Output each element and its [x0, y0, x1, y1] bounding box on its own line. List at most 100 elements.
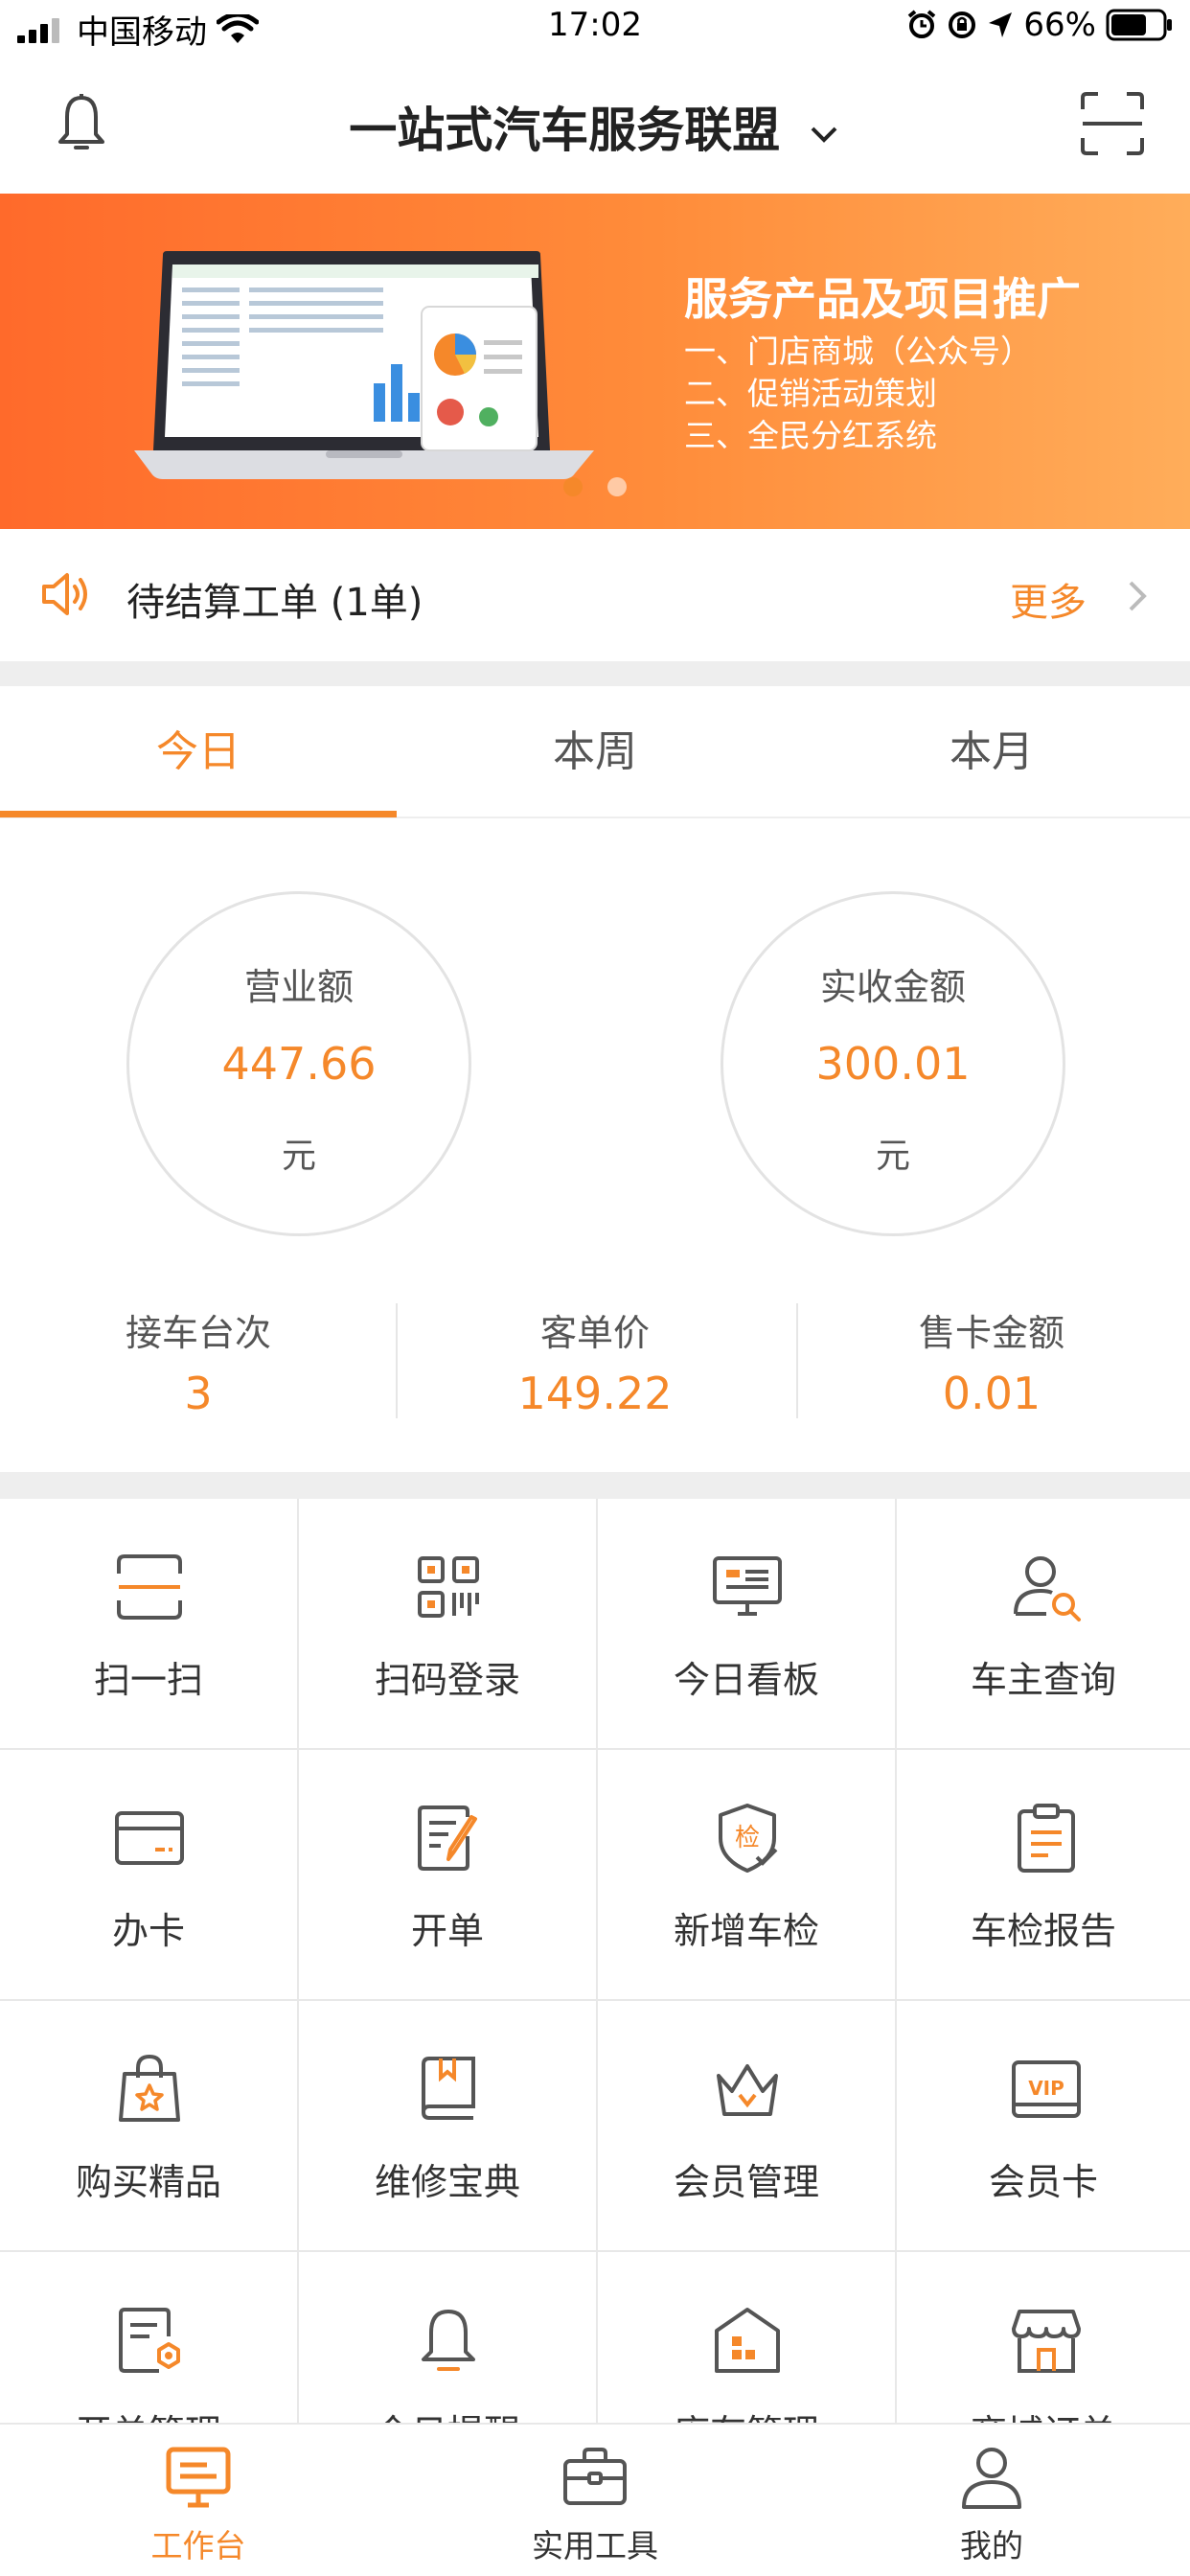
grid-item-new-order[interactable]: 开单 [299, 1750, 598, 2001]
tabbar-workbench[interactable]: 工作台 [0, 2425, 397, 2576]
warehouse-icon [715, 2308, 780, 2373]
banner-dot-2[interactable] [607, 477, 627, 496]
grid-label: 开单管理 [0, 2404, 297, 2423]
shopping-bag-icon [119, 2054, 180, 2122]
grid-label: 新增车检 [673, 1910, 819, 1952]
grid-label: 车检报告 [970, 1910, 1116, 1952]
grid-label: 开单 [410, 1910, 484, 1952]
promo-banner[interactable]: 服务产品及项目推广 一、门店商城（公众号） 二、促销活动策划 三、全民分红系统 [0, 194, 1190, 529]
laptop-illustration-icon [134, 251, 594, 479]
qr-code-icon [418, 1556, 479, 1618]
stat-avg-price: 客单价 149.22 [397, 1303, 793, 1419]
vip-card-icon: VIP [1012, 2060, 1081, 2118]
shield-check-icon: 检 [719, 1804, 778, 1873]
user-search-icon [1014, 1556, 1081, 1622]
grid-label: 商城订单 [897, 2404, 1190, 2423]
stat-card-sales: 售卡金额 0.01 [793, 1303, 1190, 1419]
received-label: 实收金额 [819, 966, 966, 1008]
tabbar-mine[interactable]: 我的 [793, 2425, 1190, 2576]
more-link[interactable]: 更多 [1010, 571, 1087, 627]
card-sales-value: 0.01 [942, 1368, 1041, 1419]
nav-bar: 一站式汽车服务联盟 [0, 58, 1190, 194]
grid-label: 会员管理 [673, 2161, 819, 2203]
grid-item-order-manage[interactable]: 开单管理 [0, 2252, 299, 2423]
card-icon [115, 1811, 184, 1865]
grid-item-repair-guide[interactable]: 维修宝典 [299, 2001, 598, 2252]
grid-item-inventory[interactable]: 库存管理 [598, 2252, 897, 2423]
received-value: 300.01 [815, 1038, 971, 1090]
cars-label: 接车台次 [125, 1312, 271, 1354]
function-grid: 扫一扫 扫码登录 今日看板 车主查询 办卡 开单 检 新增车检 车检报告 购买精… [0, 1499, 1190, 2423]
pending-orders-notice[interactable]: 待结算工单 (1单) 更多 [0, 529, 1190, 661]
grid-item-card[interactable]: 办卡 [0, 1750, 299, 2001]
grid-item-today-reminder[interactable]: 今日提醒 [299, 2252, 598, 2423]
revenue-circle: 营业额 447.66 元 [126, 891, 471, 1236]
toolbox-icon [563, 2448, 627, 2505]
location-arrow-icon [989, 12, 1013, 37]
scan-button[interactable] [1079, 90, 1146, 157]
pending-orders-text: 待结算工单 (1单) [126, 581, 423, 625]
revenue-unit: 元 [281, 1137, 316, 1176]
tab-month[interactable]: 本月 [793, 686, 1190, 818]
grid-item-owner-search[interactable]: 车主查询 [897, 1499, 1190, 1750]
grid-item-scan[interactable]: 扫一扫 [0, 1499, 299, 1750]
tabbar-label: 我的 [960, 2527, 1023, 2564]
workbench-icon [166, 2447, 231, 2508]
grid-label: 购买精品 [75, 2161, 221, 2203]
store-switcher[interactable]: 一站式汽车服务联盟 [0, 92, 1190, 161]
banner-dot-1[interactable] [563, 477, 583, 496]
battery-percent: 66% [1023, 6, 1096, 44]
received-circle: 实收金额 300.01 元 [721, 891, 1065, 1236]
grid-item-qr-login[interactable]: 扫码登录 [299, 1499, 598, 1750]
tabbar-label: 实用工具 [532, 2527, 658, 2564]
rotation-lock-icon [949, 12, 976, 38]
tabbar-tools[interactable]: 实用工具 [397, 2425, 793, 2576]
document-settings-icon [119, 2308, 180, 2373]
avg-price-label: 客单价 [539, 1312, 650, 1354]
banner-line-2: 二、促销活动策划 [684, 375, 937, 412]
section-divider [0, 661, 1190, 686]
chevron-right-icon [1129, 581, 1147, 611]
battery-icon [1106, 9, 1172, 41]
grid-label: 扫码登录 [374, 1659, 520, 1701]
tab-today[interactable]: 今日 [0, 686, 397, 818]
grid-item-mall-orders[interactable]: 商城订单 [897, 2252, 1190, 2423]
clipboard-icon [1018, 1804, 1075, 1873]
status-bar: 中国移动 17:02 66% [0, 0, 1190, 58]
banner-line-1: 一、门店商城（公众号） [684, 333, 1032, 370]
page-title: 一站式汽车服务联盟 [349, 103, 781, 158]
grid-item-new-inspection[interactable]: 检 新增车检 [598, 1750, 897, 2001]
chevron-down-icon [811, 126, 837, 143]
grid-item-member-card[interactable]: VIP 会员卡 [897, 2001, 1190, 2252]
grid-label: 今日看板 [673, 1659, 819, 1701]
speaker-icon [42, 573, 87, 615]
grid-label: 办卡 [111, 1910, 185, 1952]
grid-item-inspection-report[interactable]: 车检报告 [897, 1750, 1190, 2001]
avg-price-value: 149.22 [517, 1368, 673, 1419]
svg-text:检: 检 [735, 1824, 760, 1852]
grid-item-buy-premium[interactable]: 购买精品 [0, 2001, 299, 2252]
scan-icon [117, 1554, 182, 1620]
dashboard-monitor-icon [713, 1556, 782, 1616]
card-sales-label: 售卡金额 [918, 1312, 1064, 1354]
grid-item-dashboard[interactable]: 今日看板 [598, 1499, 897, 1750]
grid-label: 维修宝典 [374, 2161, 520, 2203]
banner-line-3: 三、全民分红系统 [684, 417, 937, 454]
grid-label: 扫一扫 [93, 1659, 203, 1701]
received-unit: 元 [875, 1137, 910, 1176]
tabbar-label: 工作台 [150, 2527, 246, 2564]
tab-active-indicator [0, 811, 397, 817]
cars-value: 3 [184, 1368, 213, 1419]
bell-icon [422, 2310, 475, 2371]
grid-label: 车主查询 [970, 1659, 1116, 1701]
grid-item-member-manage[interactable]: 会员管理 [598, 2001, 897, 2252]
banner-title: 服务产品及项目推广 [684, 273, 1081, 325]
document-edit-icon [418, 1806, 477, 1871]
revenue-label: 营业额 [243, 966, 354, 1008]
grid-label: 会员卡 [988, 2161, 1098, 2203]
person-icon [962, 2448, 1021, 2509]
grid-label: 库存管理 [598, 2404, 895, 2423]
book-icon [421, 2057, 475, 2120]
tab-week[interactable]: 本周 [397, 686, 793, 818]
stat-cars: 接车台次 3 [0, 1303, 397, 1419]
